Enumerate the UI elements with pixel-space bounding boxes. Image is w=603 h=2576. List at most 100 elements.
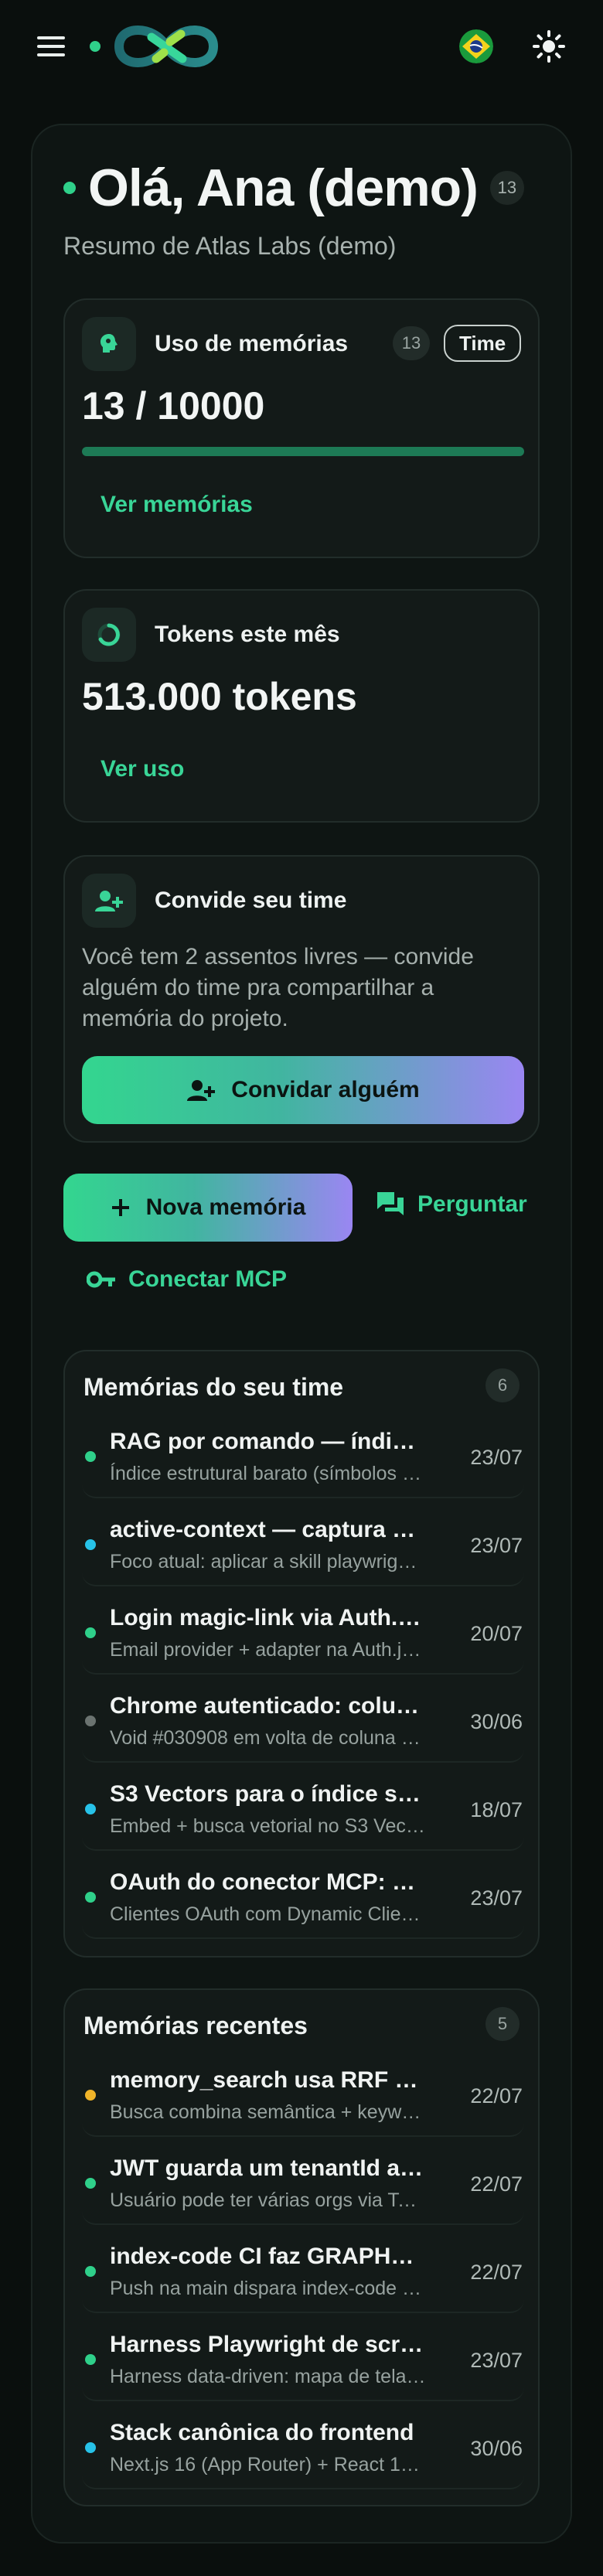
sun-icon[interactable]: [532, 29, 566, 63]
online-dot: [63, 182, 76, 194]
list-item[interactable]: Login magic-link via Auth.js v5 Email pro…: [82, 1591, 524, 1675]
status-dot: [85, 1804, 96, 1814]
memory-usage-bar: [82, 447, 524, 456]
connect-mcp-button[interactable]: Conectar MCP: [87, 1266, 287, 1293]
memory-excerpt: Email provider + adapter na Auth.js com …: [110, 1639, 427, 1661]
user-plus-icon: [187, 1080, 216, 1101]
list-item[interactable]: Chrome autenticado: coluna lateral Void #…: [82, 1679, 524, 1763]
memory-usage-card: Uso de memórias 13 Time 13 / 10000 Ver m…: [63, 298, 540, 558]
ask-label: Perguntar: [417, 1191, 527, 1217]
brazil-flag-icon[interactable]: [459, 29, 493, 63]
memory-excerpt: Void #030908 em volta de coluna central: [110, 1727, 427, 1749]
list-item[interactable]: memory_search usa RRF híbrido Busca combi…: [82, 2053, 524, 2137]
invite-button-label: Convidar alguém: [231, 1077, 420, 1102]
status-dot: [85, 1451, 96, 1462]
status-dot: [85, 1539, 96, 1550]
status-dot: [85, 2266, 96, 2277]
list-item[interactable]: active-context — captura do foco atual Fo…: [82, 1503, 524, 1586]
memory-date: 20/07: [470, 1622, 523, 1645]
memory-excerpt: Busca combina semântica + keyword via RR…: [110, 2101, 427, 2123]
key-icon: [87, 1271, 115, 1288]
status-dot: [85, 1627, 96, 1638]
memory-excerpt: Embed + busca vetorial no S3 Vectors por…: [110, 1815, 427, 1837]
memory-count-badge: 13: [393, 326, 430, 360]
status-dot: [85, 1716, 96, 1726]
status-dot: [85, 2354, 96, 2365]
list-item[interactable]: OAuth do conector MCP: DCR Clientes OAuth…: [82, 1855, 524, 1939]
memory-excerpt: Clientes OAuth com Dynamic Client Regist…: [110, 1903, 427, 1925]
greeting-badge: 13: [489, 171, 524, 205]
team-memories-title: Memórias do seu time: [83, 1373, 344, 1401]
tokens-value: 513.000 tokens: [82, 675, 357, 718]
memory-date: 22/07: [470, 2172, 523, 2196]
memory-date: 23/07: [470, 1886, 523, 1910]
view-usage-link[interactable]: Ver uso: [100, 756, 184, 782]
memory-date: 23/07: [470, 2349, 523, 2372]
page-title: Olá, Ana (demo): [88, 158, 479, 217]
memory-title: S3 Vectors para o índice semântico: [110, 1781, 427, 1807]
memory-date: 22/07: [470, 2261, 523, 2284]
memory-title: RAG por comando — índice estrutural: [110, 1429, 427, 1454]
memory-excerpt: Push na main dispara index-code no CI: [110, 2278, 427, 2299]
memory-excerpt: Next.js 16 (App Router) + React 19 + Tai…: [110, 2454, 427, 2475]
memory-usage-value: 13 / 10000: [82, 384, 265, 428]
recent-memories-card: Memórias recentes 5 memory_search usa RR…: [63, 1988, 540, 2506]
tokens-card: Tokens este mês 513.000 tokens Ver uso: [63, 589, 540, 823]
list-item[interactable]: JWT guarda um tenantId ativo Usuário pode…: [82, 2142, 524, 2225]
memory-title: active-context — captura do foco atual: [110, 1517, 427, 1542]
chat-icon: [377, 1192, 404, 1215]
list-item[interactable]: Stack canônica do frontend Next.js 16 (Ap…: [82, 2406, 524, 2489]
memory-date: 23/07: [470, 1446, 523, 1469]
recent-memories-count: 5: [485, 2007, 520, 2041]
memory-title: Chrome autenticado: coluna lateral: [110, 1693, 427, 1719]
memory-usage-title: Uso de memórias: [155, 331, 349, 356]
status-dot: [85, 2090, 96, 2101]
memory-title: OAuth do conector MCP: DCR: [110, 1869, 427, 1895]
list-item[interactable]: Harness Playwright de screenshots Harness…: [82, 2318, 524, 2401]
new-memory-button[interactable]: Nova memória: [63, 1174, 353, 1242]
memory-date: 23/07: [470, 1534, 523, 1557]
plan-tag: Time: [444, 325, 522, 362]
view-memories-link[interactable]: Ver memórias: [100, 492, 253, 518]
team-memories-count: 6: [485, 1368, 520, 1402]
memory-title: index-code CI faz GRAPH_SYNC: [110, 2244, 427, 2269]
connect-mcp-label: Conectar MCP: [128, 1266, 288, 1292]
tokens-title: Tokens este mês: [155, 622, 340, 647]
memory-title: Stack canônica do frontend: [110, 2420, 414, 2445]
logo[interactable]: [90, 14, 221, 79]
list-item[interactable]: S3 Vectors para o índice semântico Embed …: [82, 1767, 524, 1851]
org-subtitle: Resumo de Atlas Labs (demo): [63, 232, 397, 260]
memory-date: 30/06: [470, 1710, 523, 1733]
invite-button[interactable]: Convidar alguém: [82, 1056, 524, 1124]
brain-icon: [82, 317, 136, 371]
memory-date: 30/06: [470, 2437, 523, 2460]
circle-progress-icon: [82, 608, 136, 662]
memory-excerpt: Foco atual: aplicar a skill playwright n…: [110, 1551, 427, 1573]
status-dot: [85, 1892, 96, 1903]
invite-card: Convide seu time Você tem 2 assentos liv…: [63, 855, 540, 1143]
memory-date: 18/07: [470, 1798, 523, 1821]
dashboard-panel: Olá, Ana (demo) 13 Resumo de Atlas Labs …: [31, 124, 572, 2544]
recent-memories-title: Memórias recentes: [83, 2012, 308, 2039]
memory-date: 22/07: [470, 2084, 523, 2107]
ask-button[interactable]: Perguntar: [376, 1191, 527, 1218]
invite-description: Você tem 2 assentos livres — convide alg…: [82, 944, 474, 1031]
top-bar: [0, 0, 603, 93]
plus-icon: [111, 1199, 129, 1216]
list-item[interactable]: index-code CI faz GRAPH_SYNC Push na main…: [82, 2230, 524, 2313]
status-dot: [85, 2442, 96, 2453]
memory-title: memory_search usa RRF híbrido: [110, 2067, 427, 2093]
greeting: Olá, Ana (demo) 13: [63, 158, 524, 218]
list-item[interactable]: RAG por comando — índice estrutural Índic…: [82, 1415, 524, 1498]
menu-icon[interactable]: [37, 31, 68, 62]
memory-excerpt: Índice estrutural barato (símbolos e rot…: [110, 1463, 427, 1484]
memory-title: JWT guarda um tenantId ativo: [110, 2155, 427, 2181]
new-memory-label: Nova memória: [145, 1194, 306, 1220]
memory-excerpt: Harness data-driven: mapa de telas e est…: [110, 2366, 427, 2387]
infinity-logo-icon: [114, 26, 219, 67]
status-dot: [90, 41, 100, 52]
invite-title: Convide seu time: [155, 888, 347, 913]
team-memories-card: Memórias do seu time 6 RAG por comando —…: [63, 1350, 540, 1958]
memory-title: Harness Playwright de screenshots: [110, 2332, 427, 2357]
user-plus-icon: [82, 874, 136, 928]
